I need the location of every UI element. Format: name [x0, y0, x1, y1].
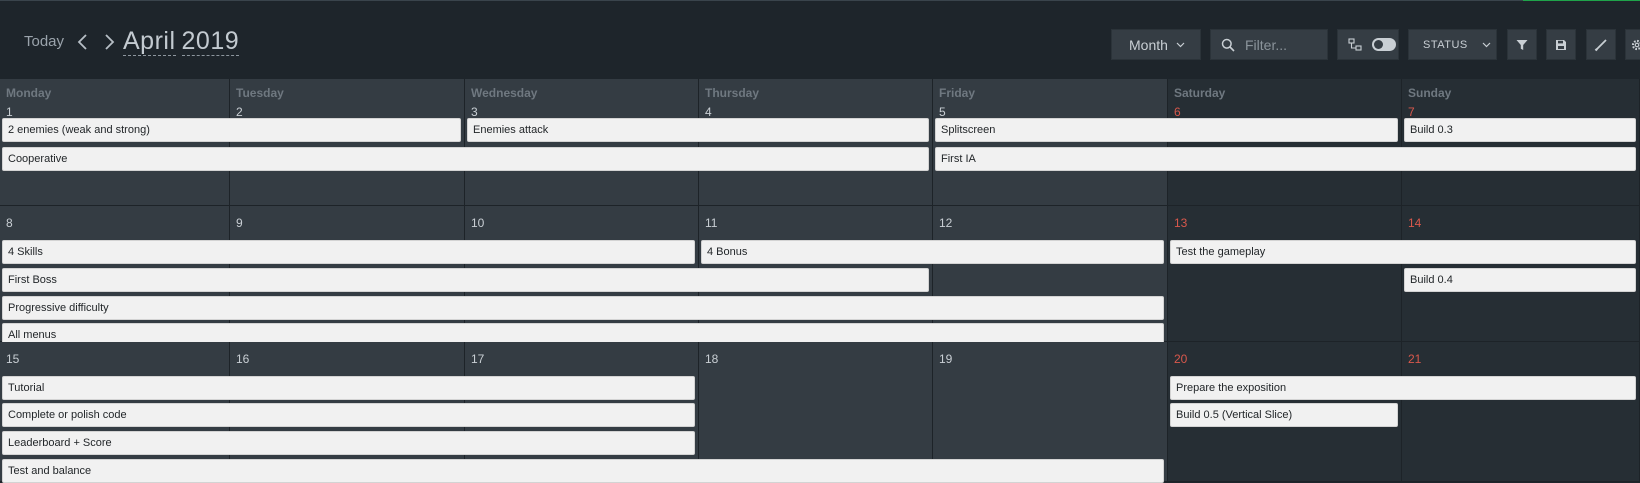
day-number: 3 — [471, 105, 478, 119]
event-bar[interactable]: 2 enemies (weak and strong) — [2, 118, 461, 142]
event-bar[interactable]: Build 0.4 — [1404, 268, 1636, 292]
event-bar[interactable]: Test and balance — [2, 459, 1164, 483]
day-cell[interactable]: Friday 5 — [933, 79, 1168, 206]
day-name-monday: Monday — [6, 86, 52, 100]
day-name-thursday: Thursday — [705, 86, 760, 100]
day-number: 6 — [1174, 105, 1181, 119]
day-cell[interactable]: Thursday 4 — [699, 79, 933, 206]
event-bar[interactable]: Build 0.5 (Vertical Slice) — [1170, 403, 1398, 427]
toggle-switch[interactable] — [1372, 38, 1396, 51]
edit-button[interactable] — [1586, 29, 1616, 60]
day-number: 17 — [471, 352, 485, 366]
day-number: 19 — [939, 352, 953, 366]
day-cell[interactable]: Sunday 7 — [1402, 79, 1640, 206]
gear-icon — [1631, 39, 1640, 50]
search-icon — [1221, 38, 1235, 52]
chevron-down-icon — [1482, 42, 1491, 47]
settings-button[interactable] — [1625, 29, 1640, 60]
event-bar[interactable]: 4 Skills — [2, 240, 695, 264]
save-button[interactable] — [1546, 29, 1576, 60]
chevron-right-icon — [105, 34, 115, 50]
event-bar[interactable]: Build 0.3 — [1404, 118, 1636, 142]
event-bar[interactable]: First IA — [935, 147, 1636, 171]
day-number: 21 — [1408, 352, 1422, 366]
day-cell[interactable]: 21 — [1402, 342, 1640, 482]
funnel-icon — [1516, 39, 1528, 50]
day-cell[interactable]: Saturday 6 — [1168, 79, 1402, 206]
day-cell[interactable]: Monday 1 — [0, 79, 230, 206]
calendar-title: April 2019 — [123, 27, 240, 56]
day-cell[interactable]: 12 — [933, 206, 1168, 342]
next-month-button[interactable] — [100, 31, 118, 53]
day-number: 12 — [939, 216, 953, 230]
event-bar[interactable]: 4 Bonus — [701, 240, 1164, 264]
day-name-sunday: Sunday — [1408, 86, 1452, 100]
view-select[interactable]: Month — [1111, 29, 1201, 60]
event-bar[interactable]: Progressive difficulty — [2, 296, 1164, 320]
today-button[interactable]: Today — [24, 33, 64, 50]
prev-month-button[interactable] — [74, 31, 92, 53]
day-number: 5 — [939, 105, 946, 119]
filter-field[interactable] — [1210, 29, 1328, 60]
day-name-tuesday: Tuesday — [236, 86, 284, 100]
event-bar[interactable]: Enemies attack — [467, 118, 929, 142]
day-number: 7 — [1408, 105, 1415, 119]
event-bar[interactable]: Complete or polish code — [2, 403, 695, 427]
day-number: 11 — [705, 216, 718, 230]
day-number: 20 — [1174, 352, 1188, 366]
save-icon — [1556, 39, 1566, 50]
event-bar[interactable]: Tutorial — [2, 376, 695, 400]
day-number: 10 — [471, 216, 485, 230]
day-number: 4 — [705, 105, 712, 119]
month-selector[interactable]: April — [123, 27, 176, 56]
day-number: 18 — [705, 352, 719, 366]
day-cell[interactable]: Wednesday 3 — [465, 79, 699, 206]
event-bar[interactable]: Splitscreen — [935, 118, 1398, 142]
status-select[interactable]: STATUS — [1408, 29, 1497, 60]
event-bar[interactable]: First Boss — [2, 268, 929, 292]
day-name-friday: Friday — [939, 86, 976, 100]
event-bar[interactable]: Cooperative — [2, 147, 929, 171]
status-label: STATUS — [1423, 38, 1468, 51]
year-selector[interactable]: 2019 — [181, 27, 240, 56]
hierarchy-toggle-button[interactable] — [1337, 29, 1399, 60]
day-number: 16 — [236, 352, 250, 366]
day-number: 9 — [236, 216, 243, 230]
day-name-wednesday: Wednesday — [471, 86, 538, 100]
day-number: 13 — [1174, 216, 1188, 230]
pencil-icon — [1594, 38, 1607, 51]
event-bar[interactable]: Test the gameplay — [1170, 240, 1636, 264]
chevron-down-icon — [1176, 42, 1185, 47]
hierarchy-icon — [1348, 37, 1362, 51]
day-number: 2 — [236, 105, 243, 119]
event-bar[interactable]: Leaderboard + Score — [2, 431, 695, 455]
calendar-toolbar: Today April2019 Month STATUS — [0, 1, 1640, 79]
day-number: 1 — [6, 105, 13, 119]
filter-button[interactable] — [1507, 29, 1537, 60]
day-cell[interactable]: Tuesday 2 — [230, 79, 465, 206]
filter-input[interactable] — [1243, 35, 1327, 54]
event-bar[interactable]: Prepare the exposition — [1170, 376, 1636, 400]
day-number: 8 — [6, 216, 13, 230]
day-cell[interactable]: 13 — [1168, 206, 1402, 342]
chevron-left-icon — [77, 34, 87, 50]
day-name-saturday: Saturday — [1174, 86, 1226, 100]
day-number: 15 — [6, 352, 20, 366]
month-grid: Monday 1 Tuesday 2 Wednesday 3 Thursday 4 Friday… — [0, 79, 1640, 483]
view-label: Month — [1129, 36, 1168, 53]
day-number: 14 — [1408, 216, 1422, 230]
